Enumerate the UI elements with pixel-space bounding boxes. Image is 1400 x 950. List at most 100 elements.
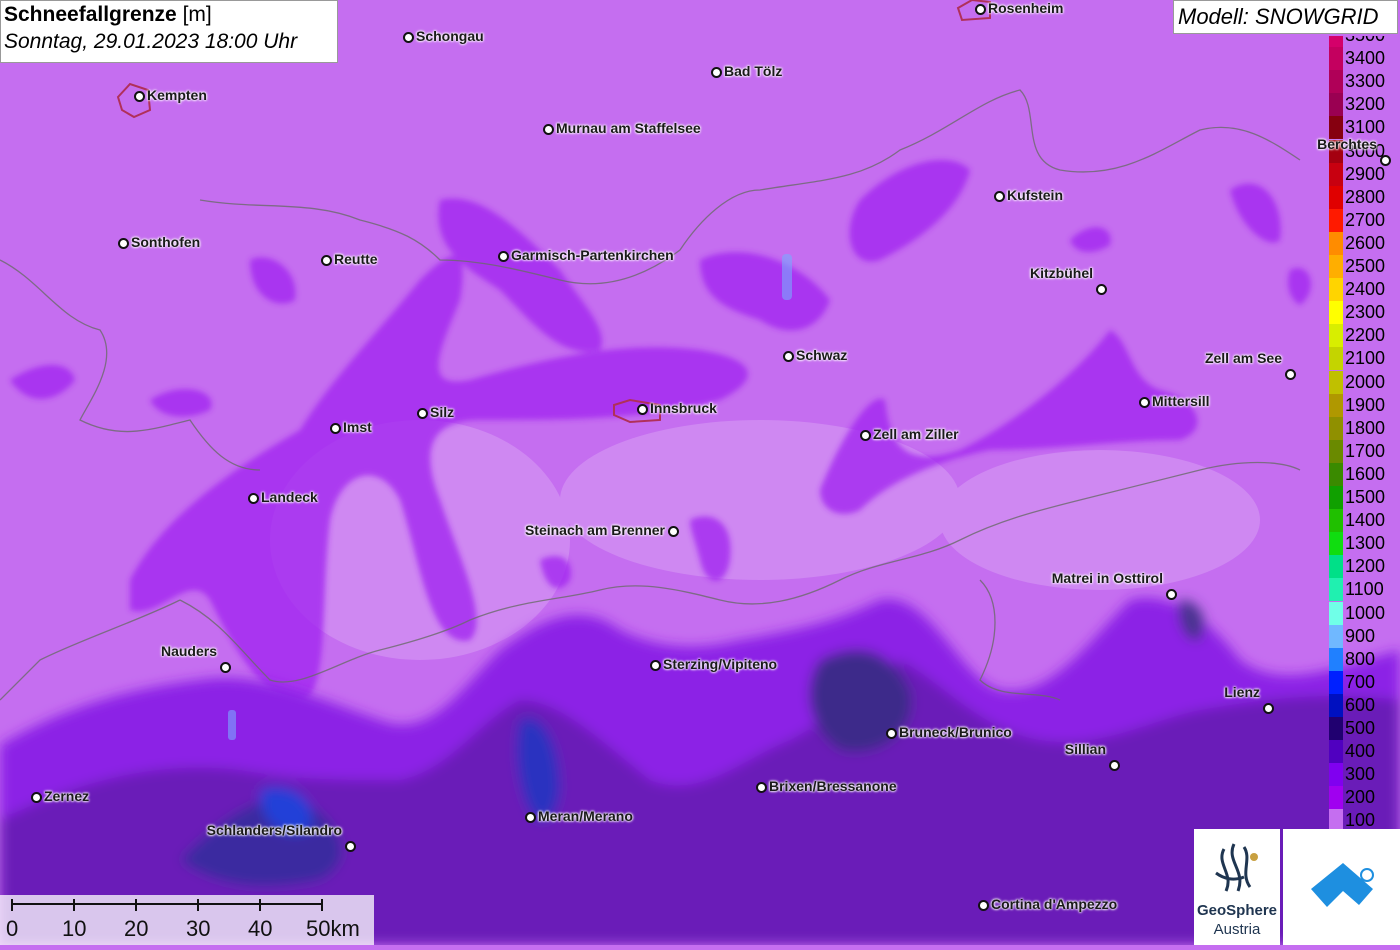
place-label[interactable]: Innsbruck: [650, 400, 717, 416]
place-label[interactable]: Mittersill: [1152, 393, 1210, 409]
scale-tick-label: 40: [248, 916, 273, 941]
place-marker: [403, 32, 414, 43]
legend-label: 2800: [1345, 186, 1386, 207]
place-marker: [417, 408, 428, 419]
legend-entry: 2200: [1329, 324, 1400, 348]
legend-label: 800: [1345, 648, 1376, 669]
legend-entry: 900: [1329, 624, 1400, 648]
geosphere-logo[interactable]: GeoSphere Austria: [1194, 829, 1280, 945]
place-label[interactable]: Lienz: [1224, 684, 1260, 700]
legend-label: 3400: [1345, 48, 1386, 69]
legend-swatch: [1329, 347, 1343, 371]
legend-label: 900: [1345, 625, 1376, 646]
legend-swatch: [1329, 301, 1343, 325]
legend-entry: 1800: [1329, 416, 1400, 440]
legend-label: 1200: [1345, 556, 1386, 577]
legend-label: 2500: [1345, 256, 1386, 276]
place-marker: [118, 238, 129, 249]
place-label[interactable]: Schwaz: [796, 347, 847, 363]
legend-entry: 500: [1329, 717, 1400, 740]
place-marker: [543, 124, 554, 135]
legend-label: 2100: [1345, 348, 1386, 369]
legend-entry: 2500: [1329, 255, 1400, 278]
place-marker: [756, 782, 767, 793]
place-label[interactable]: Kufstein: [1007, 187, 1063, 203]
place-label[interactable]: Imst: [343, 419, 372, 435]
place-label[interactable]: Matrei in Osttirol: [1052, 570, 1163, 586]
legend-entry: 700: [1329, 670, 1400, 694]
place-marker: [668, 526, 679, 537]
legend-entry: 2000: [1329, 370, 1400, 394]
map-title: Schneefallgrenze [m]: [4, 3, 212, 26]
place-label[interactable]: Sonthofen: [131, 234, 200, 250]
place-label[interactable]: Bruneck/Brunico: [899, 724, 1012, 740]
legend-label: 2700: [1345, 209, 1386, 230]
place-label[interactable]: Rosenheim: [988, 0, 1063, 16]
place-label[interactable]: Reutte: [334, 251, 378, 267]
place-label[interactable]: Zell am See: [1205, 350, 1282, 366]
legend-swatch: [1329, 763, 1343, 787]
legend-swatch: [1329, 578, 1343, 602]
legend-entry: 2600: [1329, 231, 1400, 255]
legend-label: 200: [1345, 787, 1376, 808]
legend-label: 1100: [1345, 579, 1384, 600]
legend-label: 2200: [1345, 325, 1386, 346]
legend-entry: 1500: [1329, 486, 1400, 509]
place-label[interactable]: Brixen/Bressanone: [769, 778, 897, 794]
place-label[interactable]: Meran/Merano: [538, 808, 633, 824]
legend-swatch: [1329, 162, 1343, 186]
scale-tick-label: 10: [62, 916, 87, 941]
place-marker: [994, 191, 1005, 202]
place-label[interactable]: Murnau am Staffelsee: [556, 120, 701, 136]
place-label[interactable]: Sterzing/Vipiteno: [663, 656, 777, 672]
legend-swatch: [1329, 439, 1343, 463]
legend-label: 400: [1345, 741, 1376, 762]
place-label[interactable]: Schlanders/Silandro: [207, 822, 342, 838]
legend-swatch: [1329, 693, 1343, 717]
place-label[interactable]: Steinach am Brenner: [525, 522, 665, 538]
place-label[interactable]: Kitzbühel: [1030, 265, 1093, 281]
legend-label: 3200: [1345, 94, 1386, 115]
legend-entry: 1000: [1329, 601, 1400, 625]
legend-label: 1800: [1345, 417, 1386, 438]
legend-swatch: [1329, 278, 1343, 302]
place-marker: [886, 728, 897, 739]
legend-entry: 3200: [1329, 93, 1400, 117]
place-label[interactable]: Nauders: [161, 643, 217, 659]
legend-entry: 1300: [1329, 532, 1400, 556]
snowgrid-logo[interactable]: [1283, 829, 1400, 945]
place-marker: [1380, 155, 1391, 166]
legend-entry: 200: [1329, 786, 1400, 810]
place-label[interactable]: Sillian: [1065, 741, 1106, 757]
legend-entry: 1200: [1329, 555, 1400, 579]
logo-text-line1: GeoSphere: [1196, 902, 1278, 919]
legend-label: 300: [1345, 764, 1376, 785]
scale-tick-label: 30: [186, 916, 211, 941]
place-label[interactable]: Landeck: [261, 489, 318, 505]
place-marker: [711, 67, 722, 78]
place-label[interactable]: Zernez: [44, 788, 89, 804]
place-label[interactable]: Silz: [430, 404, 454, 420]
place-label[interactable]: Kempten: [147, 87, 207, 103]
place-marker: [220, 662, 231, 673]
legend-label: 2000: [1345, 371, 1386, 392]
legend-swatch: [1329, 370, 1343, 394]
place-label[interactable]: Berchtes: [1317, 136, 1377, 152]
place-label[interactable]: Schongau: [416, 28, 484, 44]
place-label[interactable]: Zell am Ziller: [873, 426, 959, 442]
place-label[interactable]: Garmisch-Partenkirchen: [511, 247, 674, 263]
map-title-box: Schneefallgrenze [m] Sonntag, 29.01.2023…: [0, 0, 338, 63]
legend-swatch: [1329, 324, 1343, 348]
place-label[interactable]: Cortina d'Ampezzo: [991, 896, 1117, 912]
place-label[interactable]: Bad Tölz: [724, 63, 782, 79]
legend-entry: 2400: [1329, 278, 1400, 302]
legend-entry: 2300: [1329, 301, 1400, 325]
place-marker: [1096, 284, 1107, 295]
place-marker: [1109, 760, 1120, 771]
legend-swatch: [1329, 255, 1343, 278]
legend-swatch: [1329, 532, 1343, 556]
legend-label: 1300: [1345, 533, 1386, 554]
place-marker: [1166, 589, 1177, 600]
legend-swatch: [1329, 509, 1343, 533]
snowfall-map[interactable]: [0, 0, 1400, 945]
